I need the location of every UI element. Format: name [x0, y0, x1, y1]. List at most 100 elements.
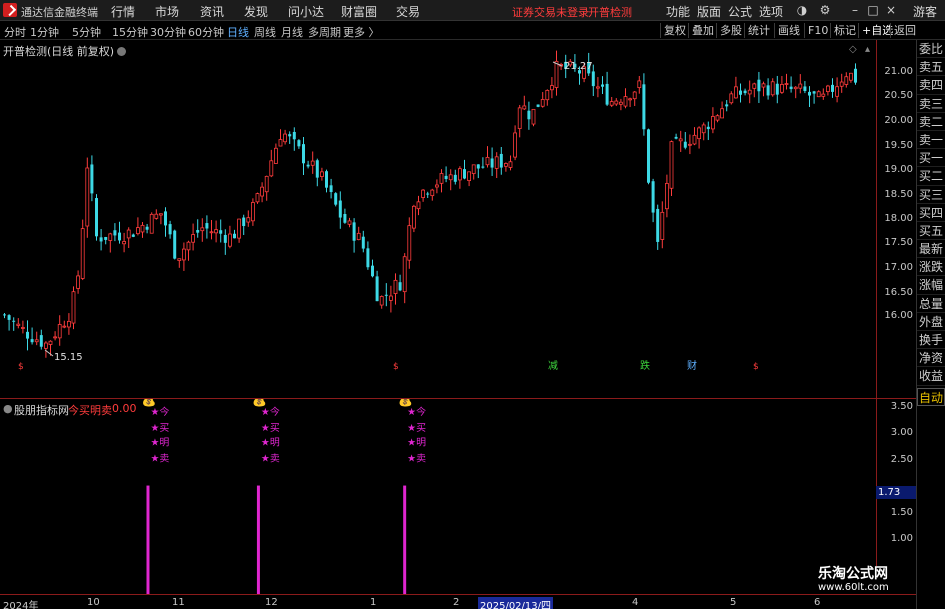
tool-f10[interactable]: F10: [804, 23, 831, 38]
period-60min[interactable]: 60分钟: [188, 24, 224, 40]
minimize-icon[interactable]: –: [848, 3, 862, 17]
candle-body: [844, 76, 849, 85]
tool-overlay[interactable]: 叠加: [688, 23, 717, 38]
side-tab[interactable]: 涨幅: [917, 276, 945, 295]
tool-multi-stock[interactable]: 多股: [716, 23, 745, 38]
candle-body: [99, 237, 103, 242]
candle-body: [140, 224, 145, 233]
auto-tab[interactable]: 自动: [917, 387, 945, 406]
candle-body: [453, 174, 457, 182]
tool-draw[interactable]: 画线: [774, 23, 803, 38]
period-daily[interactable]: 日线: [227, 24, 249, 40]
menu-item-discover[interactable]: 发现: [244, 3, 268, 20]
candle-body: [430, 189, 435, 197]
candle-body: [739, 90, 742, 95]
kline-chart[interactable]: 21.27 15.15 $ $ $ 减 跌 财 ◇ ▴: [0, 40, 876, 398]
side-tab[interactable]: 卖二: [917, 113, 945, 131]
date-tick: 6: [814, 597, 821, 608]
side-tab[interactable]: 卖五: [917, 58, 945, 77]
side-tab[interactable]: 总量: [917, 295, 945, 313]
menu-item-wealth[interactable]: 财富圈: [341, 3, 377, 20]
event-drop-marker: 跌: [640, 359, 650, 372]
candle-body: [678, 138, 683, 142]
candle-body: [214, 229, 219, 234]
candle-body: [149, 213, 154, 234]
candle-body: [347, 220, 352, 225]
indicator-chart[interactable]: 💰 ★今 ★买 ★明 ★卖 💰 ★今 ★买 ★明 ★卖 💰 ★今 ★买 ★明 ★…: [0, 398, 876, 594]
menu-item-market[interactable]: 市场: [155, 3, 179, 20]
period-multi[interactable]: 多周期: [308, 24, 341, 40]
menu-item-formula[interactable]: 公式: [728, 3, 752, 20]
side-tab[interactable]: 换手: [917, 331, 945, 350]
menu-item-options[interactable]: 选项: [759, 3, 783, 20]
menu-item-ask[interactable]: 问小达: [288, 3, 324, 20]
candle-body: [375, 276, 379, 302]
candle-body: [485, 156, 490, 166]
indicator-tick: 3.50: [890, 401, 913, 412]
price-tick: 17.00: [884, 262, 913, 273]
candle-body: [191, 234, 196, 243]
chart-corner-icons[interactable]: ◇ ▴: [849, 44, 870, 55]
tool-adjust[interactable]: 复权: [660, 23, 689, 38]
side-tab[interactable]: 涨跌: [917, 258, 945, 277]
side-tab[interactable]: 买四: [917, 204, 945, 222]
side-tab[interactable]: 买二: [917, 167, 945, 186]
side-tab[interactable]: 买三: [917, 186, 945, 204]
candle-body: [154, 213, 159, 219]
trade-login-notice[interactable]: 证券交易未登录: [512, 4, 589, 20]
menu-item-trade[interactable]: 交易: [396, 3, 420, 20]
side-tab[interactable]: 买一: [917, 149, 945, 168]
candle-body: [200, 227, 205, 232]
period-1min[interactable]: 1分钟: [30, 24, 59, 40]
period-weekly[interactable]: 周线: [254, 24, 276, 40]
tdx-logo-icon: [3, 3, 17, 17]
side-tab[interactable]: 委比: [917, 40, 945, 59]
period-15min[interactable]: 15分钟: [112, 24, 148, 40]
back-button[interactable]: 返回: [890, 23, 919, 38]
side-tab[interactable]: 净资: [917, 349, 945, 368]
side-tab[interactable]: 最新: [917, 240, 945, 259]
candle-body: [205, 223, 209, 229]
gear-icon[interactable]: ⚙: [818, 3, 832, 17]
side-tab[interactable]: 买五: [917, 222, 945, 241]
indicator-current-value: 1.73: [876, 486, 916, 499]
period-monthly[interactable]: 月线: [281, 24, 303, 40]
skin-icon[interactable]: ◑: [795, 3, 809, 17]
candle-body: [434, 184, 439, 188]
maximize-icon[interactable]: □: [866, 3, 880, 17]
top-menubar: 通达信金融终端 行情 市场 资讯 发现 问小达 财富圈 交易 证券交易未登录 开…: [0, 0, 945, 21]
side-tab[interactable]: 卖三: [917, 95, 945, 113]
tool-stats[interactable]: 统计: [744, 23, 773, 38]
indicator-dot-icon[interactable]: ●: [3, 402, 13, 415]
candle-body: [665, 183, 669, 210]
side-tab[interactable]: 卖四: [917, 76, 945, 95]
candle-body: [411, 205, 416, 229]
event-s-marker: $: [18, 362, 24, 372]
candle-body: [426, 193, 430, 195]
side-tab[interactable]: 卖一: [917, 131, 945, 150]
menu-item-news[interactable]: 资讯: [200, 3, 224, 20]
menu-item-function[interactable]: 功能: [666, 3, 690, 20]
indicator-name[interactable]: 股朋指标网: [14, 402, 69, 418]
period-30min[interactable]: 30分钟: [150, 24, 186, 40]
side-tab[interactable]: 外盘: [917, 313, 945, 331]
menu-item-quotes[interactable]: 行情: [111, 3, 135, 20]
period-5min[interactable]: 5分钟: [72, 24, 101, 40]
price-tick: 19.00: [884, 164, 913, 175]
side-tab[interactable]: 收益: [917, 367, 945, 386]
tool-mark[interactable]: 标记: [830, 23, 859, 38]
menu-item-layout[interactable]: 版面: [697, 3, 721, 20]
date-axis: 2024年 10 11 12 1 2 2025/02/13/四 4 5 6: [0, 594, 916, 609]
close-icon[interactable]: ×: [884, 3, 898, 17]
candle-body: [242, 217, 246, 227]
settings-dot-icon[interactable]: [117, 47, 127, 56]
period-tick[interactable]: 分时: [4, 24, 26, 40]
candle-body: [692, 134, 697, 145]
candle-body: [669, 141, 674, 189]
candle-body: [770, 81, 775, 96]
candle-body: [729, 93, 734, 104]
period-more[interactable]: 更多 〉: [343, 24, 380, 40]
date-tick: 11: [172, 597, 185, 608]
guest-account[interactable]: 游客: [913, 3, 937, 20]
candle-body: [393, 279, 398, 294]
